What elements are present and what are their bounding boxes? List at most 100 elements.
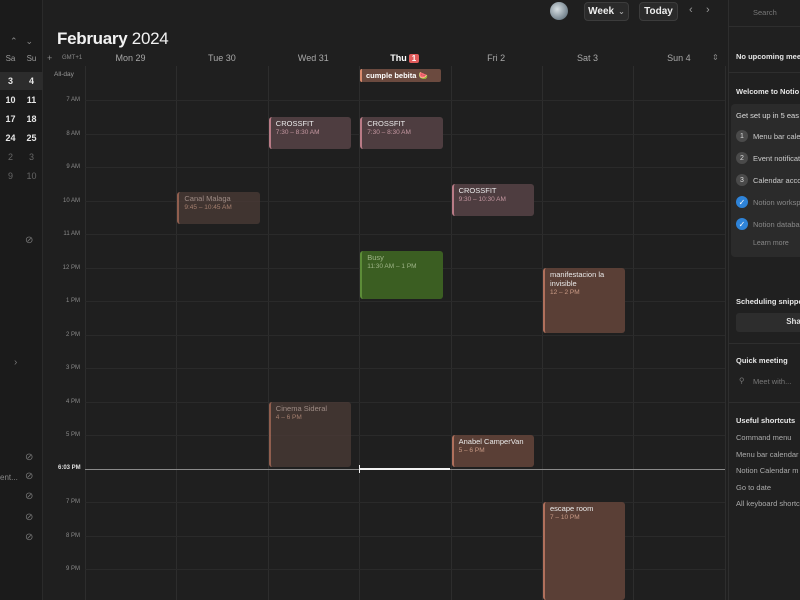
prev-week-button[interactable]: ‹ xyxy=(689,4,693,16)
shortcut-item[interactable]: Command menu xyxy=(736,433,791,442)
event-time: 7:30 – 8:30 AM xyxy=(275,129,320,136)
mini-calendar-day[interactable]: 17 xyxy=(0,114,21,124)
allday-event[interactable]: cumple bebita 🍉 xyxy=(360,69,441,82)
mini-calendar-day[interactable]: 11 xyxy=(21,95,42,105)
hour-gridline xyxy=(85,100,725,101)
current-time-today-marker xyxy=(359,465,450,473)
calendar-event[interactable]: CROSSFIT 7:30 – 8:30 AM xyxy=(268,117,352,149)
calendar-event[interactable]: CROSSFIT 7:30 – 8:30 AM xyxy=(360,117,443,149)
mini-calendar-day[interactable]: 3 xyxy=(21,152,42,162)
today-button[interactable]: Today xyxy=(639,2,678,21)
day-header[interactable]: Mon 29 xyxy=(85,53,176,63)
hidden-icon[interactable]: ⊘ xyxy=(25,491,33,502)
chevron-down-icon[interactable]: ⌄ xyxy=(26,36,34,47)
shortcut-item[interactable]: All keyboard shortc xyxy=(736,499,800,508)
hour-gridline xyxy=(85,401,725,403)
hidden-icon[interactable]: ⊘ xyxy=(25,235,33,246)
view-selector-button[interactable]: Week ⌄ xyxy=(584,2,629,21)
day-label: Fri 2 xyxy=(487,53,506,63)
timezone-label[interactable]: GMT+1 xyxy=(62,55,82,61)
setup-step[interactable]: Menu bar cale xyxy=(753,132,800,141)
mini-calendar-day[interactable]: 2 xyxy=(0,152,21,162)
mini-calendar-day[interactable]: 10 xyxy=(21,171,42,181)
setup-step[interactable]: Calendar acco xyxy=(753,176,800,185)
event-title: CROSSFIT xyxy=(275,119,314,128)
mini-calendar-week: 9 10 xyxy=(0,167,43,185)
chevron-up-icon[interactable]: ⌃ xyxy=(10,36,18,47)
chevron-right-icon[interactable]: › xyxy=(14,357,17,368)
day-header[interactable]: Tue 30 xyxy=(176,53,267,63)
calendar-event[interactable]: manifestacion la invisible 12 – 2 PM xyxy=(543,268,626,333)
event-title: Busy xyxy=(367,253,384,262)
weekday-label: Su xyxy=(26,54,37,63)
hidden-icon[interactable]: ⊘ xyxy=(25,471,33,482)
setup-step-done[interactable]: Notion databa xyxy=(753,220,800,229)
share-button[interactable]: Shar xyxy=(736,313,800,332)
event-title: cumple bebita 🍉 xyxy=(366,71,428,80)
hidden-icon[interactable]: ⊘ xyxy=(25,452,33,463)
day-header[interactable]: Sun 4 xyxy=(633,53,724,63)
hidden-icon[interactable]: ⊘ xyxy=(25,512,33,523)
avatar[interactable] xyxy=(550,2,568,20)
mini-calendar-day[interactable]: 3 xyxy=(0,76,21,86)
next-week-button[interactable]: › xyxy=(706,4,710,16)
learn-more-link[interactable]: Learn more xyxy=(753,240,789,247)
calendar-event[interactable]: Cinema Sideral 4 – 6 PM xyxy=(268,402,352,467)
divider xyxy=(729,402,800,403)
hour-gridline xyxy=(85,435,725,436)
shortcut-item[interactable]: Go to date xyxy=(736,483,771,492)
shortcuts-title: Useful shortcuts xyxy=(736,416,796,425)
calendar-event[interactable]: Anabel CamperVan 5 – 6 PM xyxy=(451,435,534,467)
hour-label: 2 PM xyxy=(65,331,80,338)
setup-step[interactable]: Event notificat xyxy=(753,154,800,163)
hidden-icon[interactable]: ⊘ xyxy=(25,532,33,543)
hour-label: 12 PM xyxy=(62,264,80,271)
right-panel: Search No upcoming meet Welcome to Notio… xyxy=(728,0,800,600)
mini-calendar-week: 24 25 xyxy=(0,129,43,147)
day-header[interactable]: Wed 31 xyxy=(268,53,359,63)
hour-gridline xyxy=(85,301,725,302)
hour-label: 3 PM xyxy=(65,365,80,371)
hour-gridline xyxy=(85,334,725,336)
day-header[interactable]: Fri 2 xyxy=(451,53,542,63)
day-header[interactable]: Thu 1 xyxy=(359,53,450,63)
calendar-label[interactable]: ent... xyxy=(0,473,18,482)
calendar-event[interactable]: escape room 7 – 10 PM xyxy=(543,502,626,600)
add-timezone-button[interactable]: + xyxy=(47,53,52,63)
mini-calendar-day[interactable]: 24 xyxy=(0,133,21,143)
check-icon: ✓ xyxy=(736,218,748,230)
calendar-event[interactable]: Busy 11:30 AM – 1 PM xyxy=(360,251,443,299)
mini-calendar-day[interactable]: 25 xyxy=(21,133,42,143)
search-input[interactable]: Search xyxy=(753,8,777,17)
calendar-event[interactable]: CROSSFIT 9:30 – 10:30 AM xyxy=(451,184,534,216)
hour-label: 9 AM xyxy=(66,164,80,170)
hour-label: 9 PM xyxy=(65,566,80,572)
hour-gridline xyxy=(85,167,725,168)
view-label: Week xyxy=(588,6,615,17)
shortcut-item[interactable]: Notion Calendar m xyxy=(736,466,799,475)
calendar-event[interactable]: Canal Malaga 9:45 – 10:45 AM xyxy=(177,192,260,224)
settings-icon[interactable]: ⇕ xyxy=(712,53,719,62)
hour-label: 1 PM xyxy=(65,298,80,304)
step-number: 3 xyxy=(736,174,748,186)
current-time-line xyxy=(85,465,725,473)
event-title: manifestacion la invisible xyxy=(550,270,605,288)
day-label: Wed 31 xyxy=(297,53,329,63)
mini-calendar-day[interactable]: 18 xyxy=(21,114,42,124)
event-title: escape room xyxy=(550,504,594,513)
hour-label: 8 PM xyxy=(65,532,80,539)
event-title: CROSSFIT xyxy=(367,119,406,128)
mini-calendar-day[interactable]: 9 xyxy=(0,171,21,181)
day-column-divider xyxy=(633,66,635,600)
mini-calendar-day[interactable]: 4 xyxy=(21,76,42,86)
chevron-down-icon: ⌄ xyxy=(618,7,625,16)
mini-calendar-weekdays: Sa Su xyxy=(0,54,43,63)
meet-with-input[interactable]: Meet with... xyxy=(753,377,791,386)
setup-step-done[interactable]: Notion worksp xyxy=(753,198,800,207)
today-badge: 1 xyxy=(408,54,420,63)
day-column-divider xyxy=(724,66,726,600)
no-upcoming-text: No upcoming meet xyxy=(736,52,800,61)
shortcut-item[interactable]: Menu bar calendar xyxy=(736,450,799,459)
mini-calendar-day[interactable]: 10 xyxy=(0,95,21,105)
day-header[interactable]: Sat 3 xyxy=(542,53,633,63)
